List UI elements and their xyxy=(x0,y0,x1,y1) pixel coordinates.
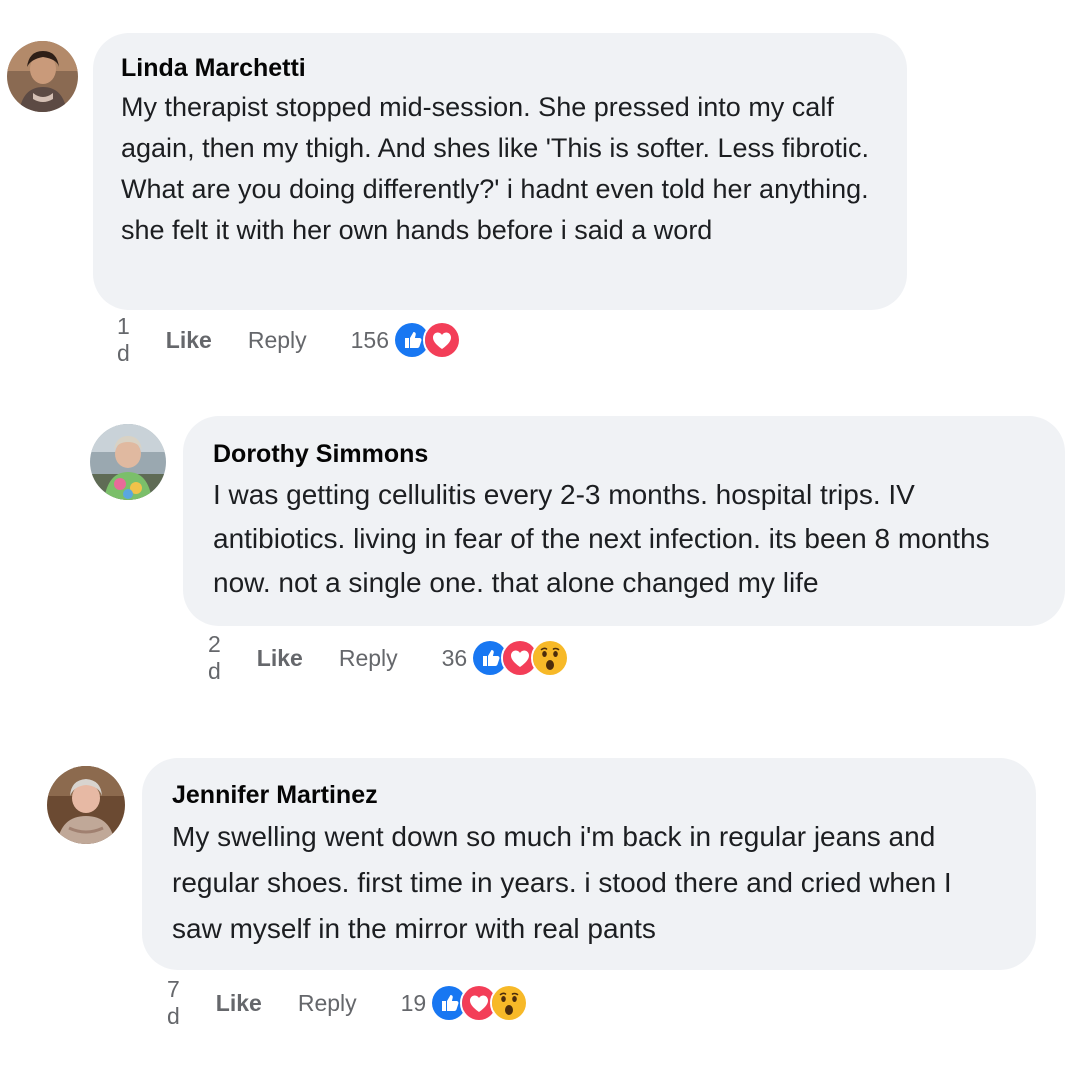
reaction-icons[interactable] xyxy=(393,321,462,359)
avatar-photo xyxy=(47,766,125,844)
comment-author[interactable]: Jennifer Martinez xyxy=(172,780,1006,810)
wow-icon xyxy=(531,639,570,677)
love-icon xyxy=(423,321,462,359)
reaction-icons[interactable] xyxy=(430,984,529,1022)
avatar[interactable] xyxy=(7,41,78,112)
comment-bubble: Jennifer Martinez My swelling went down … xyxy=(142,758,1036,970)
comment-time[interactable]: 7 d xyxy=(167,976,180,1030)
comment-bubble: Linda Marchetti My therapist stopped mid… xyxy=(93,33,907,310)
like-button[interactable]: Like xyxy=(166,327,212,354)
wow-icon xyxy=(490,984,529,1022)
avatar[interactable] xyxy=(47,766,125,844)
comment-time[interactable]: 1 d xyxy=(117,313,130,367)
avatar-photo xyxy=(7,41,78,112)
reply-button[interactable]: Reply xyxy=(339,645,398,672)
reaction-icons[interactable] xyxy=(471,639,570,677)
reaction-count[interactable]: 36 xyxy=(442,645,468,672)
avatar[interactable] xyxy=(90,424,166,500)
reaction-count[interactable]: 156 xyxy=(351,327,389,354)
comment-time[interactable]: 2 d xyxy=(208,631,221,685)
comment-text: My therapist stopped mid-session. She pr… xyxy=(121,92,870,245)
comment-actions: 2 d Like Reply 36 xyxy=(208,631,570,684)
like-button[interactable]: Like xyxy=(216,990,262,1017)
reply-button[interactable]: Reply xyxy=(298,990,357,1017)
reaction-count[interactable]: 19 xyxy=(401,990,427,1017)
avatar-photo xyxy=(90,424,166,500)
comment-actions: 7 d Like Reply 19 xyxy=(167,976,529,1029)
comment-author[interactable]: Dorothy Simmons xyxy=(213,439,1035,469)
comment-text: I was getting cellulitis every 2-3 month… xyxy=(213,479,990,598)
comment-text: My swelling went down so much i'm back i… xyxy=(172,821,952,944)
reply-button[interactable]: Reply xyxy=(248,327,307,354)
comment-bubble: Dorothy Simmons I was getting cellulitis… xyxy=(183,416,1065,626)
comment-author[interactable]: Linda Marchetti xyxy=(121,53,879,83)
comment-actions: 1 d Like Reply 156 xyxy=(117,313,462,366)
like-button[interactable]: Like xyxy=(257,645,303,672)
